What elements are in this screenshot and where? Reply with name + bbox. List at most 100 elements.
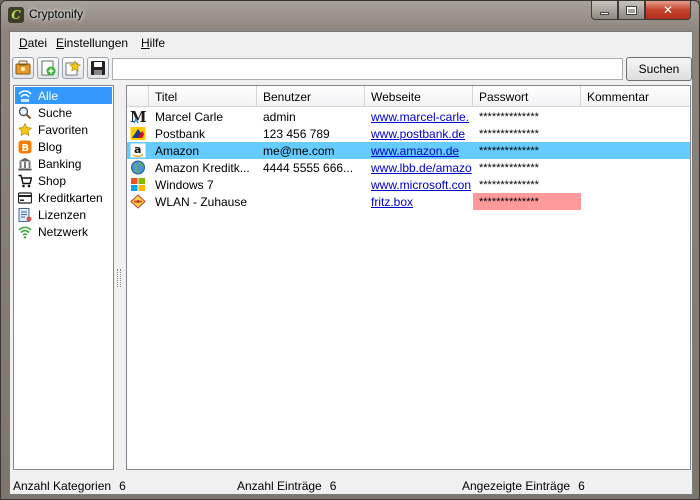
table-row[interactable]: a Amazon me@me.com www.amazon.de *******… bbox=[127, 142, 690, 159]
cell-user: 4444 5555 666... bbox=[263, 160, 354, 175]
all-icon bbox=[18, 89, 32, 103]
search-input[interactable] bbox=[112, 58, 623, 80]
column-header-benutzer[interactable]: Benutzer bbox=[257, 86, 365, 107]
wlan-icon bbox=[130, 194, 146, 209]
postbank-icon bbox=[130, 126, 146, 141]
column-header-webseite[interactable]: Webseite bbox=[365, 86, 473, 107]
sidebar-item-kreditkarten[interactable]: Kreditkarten bbox=[15, 189, 112, 206]
cell-password: ************** bbox=[479, 110, 539, 123]
column-header-passwort[interactable]: Passwort bbox=[473, 86, 581, 107]
cell-website-link[interactable]: www.postbank.de bbox=[365, 125, 473, 142]
menu-hilfe-label: ilfe bbox=[149, 36, 166, 50]
menu-bar: Datei Einstellungen Hilfe bbox=[10, 32, 692, 54]
cell-website-link[interactable]: www.marcel-carle. bbox=[365, 108, 473, 125]
sidebar-item-label: Blog bbox=[38, 139, 63, 154]
cell-password: ************** bbox=[479, 144, 539, 157]
table-row[interactable]: Postbank 123 456 789 www.postbank.de ***… bbox=[127, 125, 690, 142]
cell-title: Marcel Carle bbox=[155, 109, 224, 124]
window-title: Cryptonify bbox=[29, 7, 84, 21]
open-safe-button[interactable] bbox=[12, 57, 34, 79]
table-row[interactable]: Amazon Kreditk... 4444 5555 666... www.l… bbox=[127, 159, 690, 176]
table-row[interactable]: Windows 7 www.microsoft.con ************… bbox=[127, 176, 690, 193]
cell-user bbox=[257, 176, 365, 193]
sidebar-item-label: Alle bbox=[38, 88, 59, 103]
safe-icon bbox=[15, 60, 31, 75]
cell-password-weak: ************** bbox=[473, 193, 581, 210]
menu-einstellungen-mnemonic: E bbox=[56, 36, 65, 50]
sidebar-item-blog[interactable]: B Blog bbox=[15, 138, 112, 155]
windows-icon bbox=[130, 177, 146, 192]
sidebar-item-label: Banking bbox=[38, 156, 82, 171]
cell-website-link[interactable]: www.amazon.de bbox=[365, 142, 473, 159]
column-header-kommentar[interactable]: Kommentar bbox=[581, 86, 690, 107]
cell-website-link[interactable]: fritz.box bbox=[365, 193, 473, 210]
cell-user bbox=[257, 193, 365, 210]
status-shown-value: 6 bbox=[578, 479, 585, 493]
sidebar-item-label: Shop bbox=[38, 173, 67, 188]
close-button[interactable]: ✕ bbox=[645, 1, 691, 20]
cart-icon bbox=[18, 174, 32, 188]
favorite-button[interactable] bbox=[62, 57, 84, 79]
floppy-disk-icon bbox=[91, 61, 105, 75]
column-header-titel[interactable]: Titel bbox=[149, 86, 257, 107]
cell-title: WLAN - Zuhause bbox=[155, 194, 248, 209]
cell-website-link[interactable]: www.lbb.de/amazo bbox=[365, 159, 473, 176]
sidebar-item-lizenzen[interactable]: Lizenzen bbox=[15, 206, 112, 223]
menu-datei[interactable]: Datei bbox=[19, 36, 47, 50]
table-header: Titel Benutzer Webseite Passwort Komment… bbox=[127, 86, 690, 107]
cell-title: Postbank bbox=[155, 126, 206, 141]
add-entry-button[interactable] bbox=[37, 57, 59, 79]
menu-hilfe-mnemonic: H bbox=[141, 36, 150, 50]
license-icon bbox=[18, 207, 32, 222]
app-logo-icon: C bbox=[8, 7, 24, 23]
toolbar: Suchen bbox=[10, 54, 692, 84]
cell-comment bbox=[581, 176, 690, 193]
sidebar-item-favoriten[interactable]: Favoriten bbox=[15, 121, 112, 138]
sidebar-item-label: Kreditkarten bbox=[38, 190, 103, 205]
panel-splitter[interactable] bbox=[117, 269, 121, 287]
menu-hilfe[interactable]: Hilfe bbox=[141, 36, 165, 50]
svg-text:a: a bbox=[134, 143, 141, 156]
cell-website-link[interactable]: www.microsoft.con bbox=[365, 176, 473, 193]
cell-password: ************** bbox=[479, 127, 539, 140]
sidebar-item-banking[interactable]: Banking bbox=[15, 155, 112, 172]
title-bar[interactable]: C Cryptonify ✕ bbox=[1, 1, 699, 29]
sidebar-item-label: Favoriten bbox=[38, 122, 89, 137]
favorite-star-icon bbox=[65, 60, 81, 76]
app-window: C Cryptonify ✕ Datei Einstellungen Hilfe bbox=[0, 0, 700, 500]
cell-user: me@me.com bbox=[263, 143, 335, 158]
save-button[interactable] bbox=[87, 57, 109, 79]
cell-comment bbox=[581, 125, 690, 142]
sidebar-item-netzwerk[interactable]: Netzwerk bbox=[15, 223, 112, 240]
search-icon bbox=[18, 106, 32, 120]
maximize-icon bbox=[626, 5, 637, 15]
sidebar-item-shop[interactable]: Shop bbox=[15, 172, 112, 189]
status-entries: Anzahl Einträge 6 bbox=[237, 479, 336, 493]
status-bar: Anzahl Kategorien 6 Anzahl Einträge 6 Ange… bbox=[10, 475, 692, 495]
status-categories-value: 6 bbox=[119, 479, 126, 493]
cell-comment bbox=[581, 159, 690, 176]
menu-datei-mnemonic: D bbox=[19, 36, 28, 50]
maximize-button[interactable] bbox=[618, 1, 645, 20]
status-shown-entries: Angezeigte Einträge 6 bbox=[462, 479, 585, 493]
minimize-icon bbox=[600, 11, 609, 15]
table-row[interactable]: M Marcel Carle admin www.marcel-carle. *… bbox=[127, 108, 690, 125]
menu-einstellungen[interactable]: Einstellungen bbox=[56, 36, 128, 50]
minimize-button[interactable] bbox=[591, 1, 618, 20]
status-entries-label: Anzahl Einträge bbox=[237, 479, 322, 493]
menu-datei-label: atei bbox=[27, 36, 48, 50]
cell-user: admin bbox=[263, 109, 296, 124]
cell-title: Amazon bbox=[155, 143, 200, 158]
sidebar-item-alle[interactable]: Alle bbox=[15, 87, 112, 104]
blogger-icon: B bbox=[18, 140, 32, 154]
status-shown-label: Angezeigte Einträge bbox=[462, 479, 571, 493]
sidebar-item-suche[interactable]: Suche bbox=[15, 104, 112, 121]
status-categories: Anzahl Kategorien 6 bbox=[13, 479, 126, 493]
table-row[interactable]: WLAN - Zuhause fritz.box ************** bbox=[127, 193, 690, 210]
search-button[interactable]: Suchen bbox=[626, 57, 692, 81]
star-icon bbox=[18, 122, 32, 137]
menu-einstellungen-label: instellungen bbox=[64, 36, 129, 50]
wifi-icon bbox=[18, 225, 32, 239]
column-header-icon[interactable] bbox=[127, 86, 149, 107]
entries-table: Titel Benutzer Webseite Passwort Komment… bbox=[126, 85, 691, 470]
